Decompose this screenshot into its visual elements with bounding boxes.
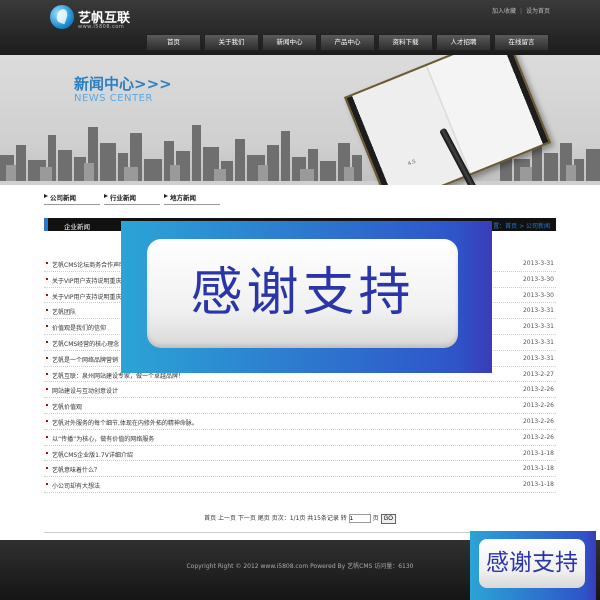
bullet-icon xyxy=(46,293,48,296)
news-title[interactable]: 艺帆CMS企业版1.7V详细介绍 xyxy=(52,450,133,459)
news-row[interactable]: 以“传播”为核心，做有价值的网络服务 2013-2-26 xyxy=(44,430,556,446)
bullet-icon xyxy=(46,309,48,312)
news-date: 2013-1-18 xyxy=(522,481,554,489)
news-date: 2013-1-18 xyxy=(522,449,554,457)
news-date: 2013-2-26 xyxy=(522,386,554,394)
breadcrumb[interactable]: 置：首页 > 公司新闻 xyxy=(493,221,550,230)
add-favorite-link[interactable]: 加入收藏 xyxy=(492,8,516,15)
go-button[interactable]: GO xyxy=(380,513,396,524)
site-header: 艺帆互联 www.i5808.com 加入收藏 | 设为首页 首页 关于我们 新闻中… xyxy=(0,0,600,55)
thanks-overlay-small-panel: 感谢支持 xyxy=(479,539,585,588)
news-date: 2013-3-31 xyxy=(522,307,554,315)
news-title[interactable]: 网站建设与互动创意设计 xyxy=(52,386,118,395)
thanks-overlay-large-panel: 感谢支持 xyxy=(147,239,458,348)
nav-guestbook[interactable]: 在线留言 xyxy=(494,34,549,51)
news-date: 2013-3-31 xyxy=(522,323,554,331)
banner-title: 新闻中心>>> xyxy=(74,75,172,93)
tab-industry-news[interactable]: 行业新闻 xyxy=(104,192,160,205)
pagination: 首页 上一页 下一页 尾页 页次：1/1页 共15条记录 转 页 GO xyxy=(0,513,600,524)
site-logo[interactable]: 艺帆互联 www.i5808.com xyxy=(50,5,135,31)
news-title[interactable]: 艺帆意味着什么？ xyxy=(52,465,100,474)
logo-mark-icon xyxy=(50,5,74,29)
news-row[interactable]: 小公司却有大想法 2013-1-18 xyxy=(44,477,556,493)
news-category-tabs: 公司新闻 行业新闻 地方新闻 xyxy=(44,192,220,205)
tab-local-news[interactable]: 地方新闻 xyxy=(164,192,220,205)
news-date: 2013-3-31 xyxy=(522,260,554,267)
news-title[interactable]: 艺帆CMS论坛商务合作声明 xyxy=(52,260,125,269)
news-date: 2013-2-26 xyxy=(522,402,554,410)
thanks-overlay-small: 感谢支持 xyxy=(470,531,596,600)
news-date: 2013-3-30 xyxy=(522,291,554,299)
thanks-overlay-large: 感谢支持 xyxy=(121,221,492,373)
top-links-separator: | xyxy=(519,8,522,15)
news-title[interactable]: 以“传播”为核心，做有价值的网络服务 xyxy=(52,434,154,443)
bullet-icon xyxy=(46,451,48,454)
news-date: 2013-3-31 xyxy=(522,338,554,346)
bullet-icon xyxy=(46,356,48,359)
top-links: 加入收藏 | 设为首页 xyxy=(492,6,550,15)
bullet-icon xyxy=(46,483,48,486)
news-title[interactable]: 艺帆团队 xyxy=(52,307,76,316)
tab-company-news[interactable]: 公司新闻 xyxy=(44,192,100,205)
bullet-icon xyxy=(46,277,48,280)
set-homepage-link[interactable]: 设为首页 xyxy=(526,8,550,15)
bullet-icon xyxy=(46,262,48,264)
news-date: 2013-1-18 xyxy=(522,465,554,473)
bullet-icon xyxy=(46,340,48,343)
thanks-overlay-small-text: 感谢支持 xyxy=(486,550,578,576)
page-number-input[interactable] xyxy=(348,514,371,523)
news-row[interactable]: 艺帆对外服务的每个细节,体现在内修外拓的精神命脉。 2013-2-26 xyxy=(44,414,556,430)
news-title[interactable]: 艺帆对外服务的每个细节,体现在内修外拓的精神命脉。 xyxy=(52,418,198,427)
section-accent xyxy=(44,218,48,231)
news-row[interactable]: 网站建设与互动创意设计 2013-2-26 xyxy=(44,382,556,399)
pagination-text[interactable]: 首页 上一页 下一页 尾页 页次：1/1页 共15条记录 转 xyxy=(204,515,347,522)
news-date: 2013-2-27 xyxy=(522,370,554,378)
logo-url: www.i5808.com xyxy=(78,24,125,30)
news-row[interactable]: 艺帆价值观 2013-2-26 xyxy=(44,398,556,414)
nav-about[interactable]: 关于我们 xyxy=(204,34,259,51)
bullet-icon xyxy=(46,435,48,438)
news-row[interactable]: 艺帆CMS企业版1.7V详细介绍 2013-1-18 xyxy=(44,446,556,462)
news-date: 2013-3-30 xyxy=(522,275,554,283)
news-title[interactable]: 小公司却有大想法 xyxy=(52,481,100,490)
bullet-icon xyxy=(46,467,48,470)
bullet-icon xyxy=(46,419,48,422)
bullet-icon xyxy=(46,404,48,407)
news-date: 2013-2-26 xyxy=(522,433,554,441)
nav-products[interactable]: 产品中心 xyxy=(320,34,375,51)
news-title[interactable]: 艺帆CMS经营的核心理念 xyxy=(52,339,119,348)
main-nav: 首页 关于我们 新闻中心 产品中心 资料下载 人才招聘 在线留言 xyxy=(146,34,549,51)
news-row[interactable]: 艺帆意味着什么？ 2013-1-18 xyxy=(44,461,556,478)
news-date: 2013-3-31 xyxy=(522,354,554,362)
nav-home[interactable]: 首页 xyxy=(146,34,201,51)
bullet-icon xyxy=(46,372,48,375)
nav-downloads[interactable]: 资料下载 xyxy=(378,34,433,51)
news-title[interactable]: 关于VIP用户支持说明重庆 xyxy=(52,292,122,301)
nav-jobs[interactable]: 人才招聘 xyxy=(436,34,491,51)
news-title[interactable]: 关于VIP用户支持说明重庆 xyxy=(52,276,122,285)
thanks-overlay-large-text: 感谢支持 xyxy=(190,263,415,323)
section-title: 企业新闻 xyxy=(64,223,90,231)
pagination-page-suffix: 页 xyxy=(372,515,379,522)
news-title[interactable]: 艺帆是一个网络品牌营销 xyxy=(52,355,118,364)
bullet-icon xyxy=(46,325,48,328)
news-banner: 新闻中心>>> NEWS CENTER 4.5 xyxy=(0,55,600,185)
news-date: 2013-2-26 xyxy=(522,417,554,425)
bullet-icon xyxy=(46,388,48,391)
news-title[interactable]: 艺帆价值观 xyxy=(52,402,82,411)
news-title[interactable]: 价值观是我们的信仰 xyxy=(52,323,106,332)
nav-news[interactable]: 新闻中心 xyxy=(262,34,317,51)
banner-subtitle: NEWS CENTER xyxy=(74,93,153,104)
